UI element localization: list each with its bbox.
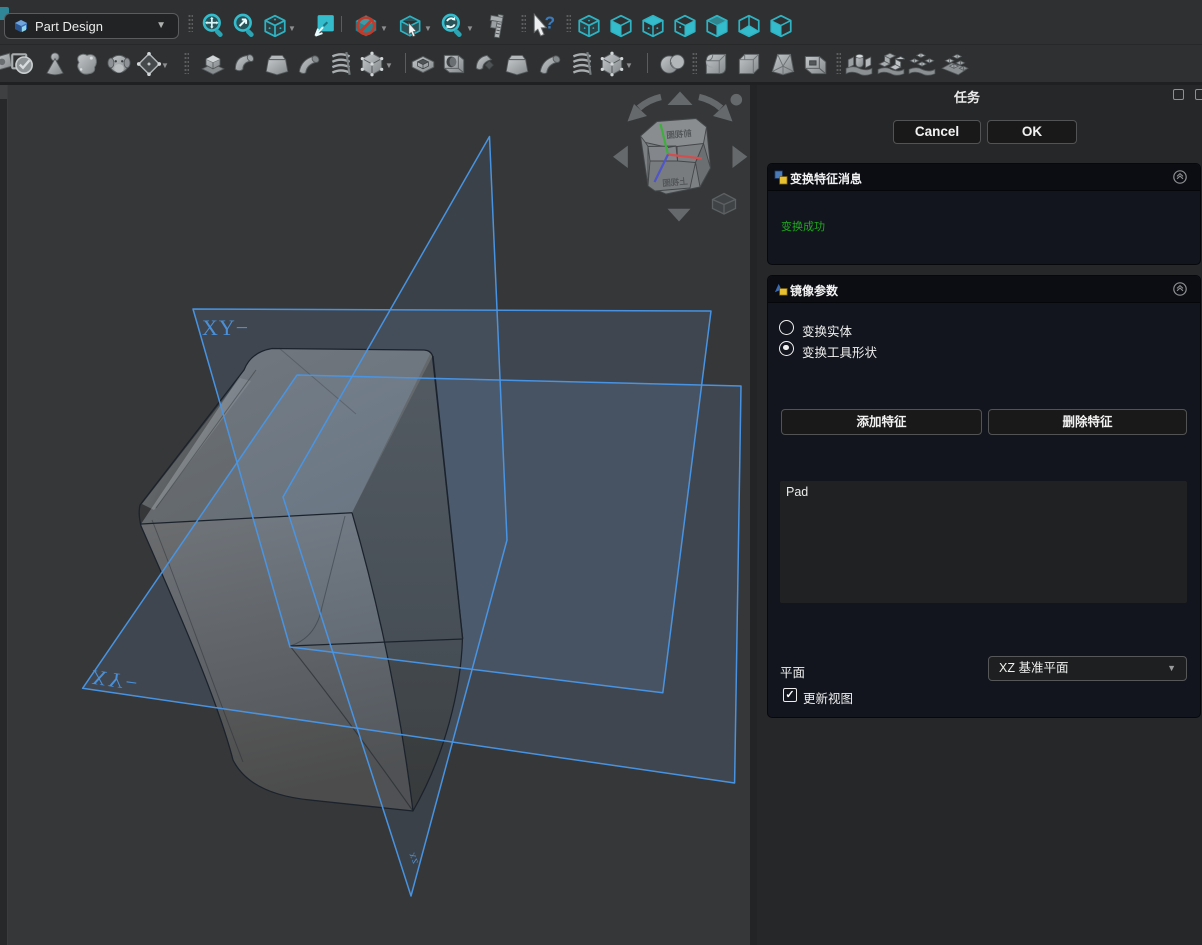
svg-text:XY−: XY− xyxy=(202,315,249,340)
